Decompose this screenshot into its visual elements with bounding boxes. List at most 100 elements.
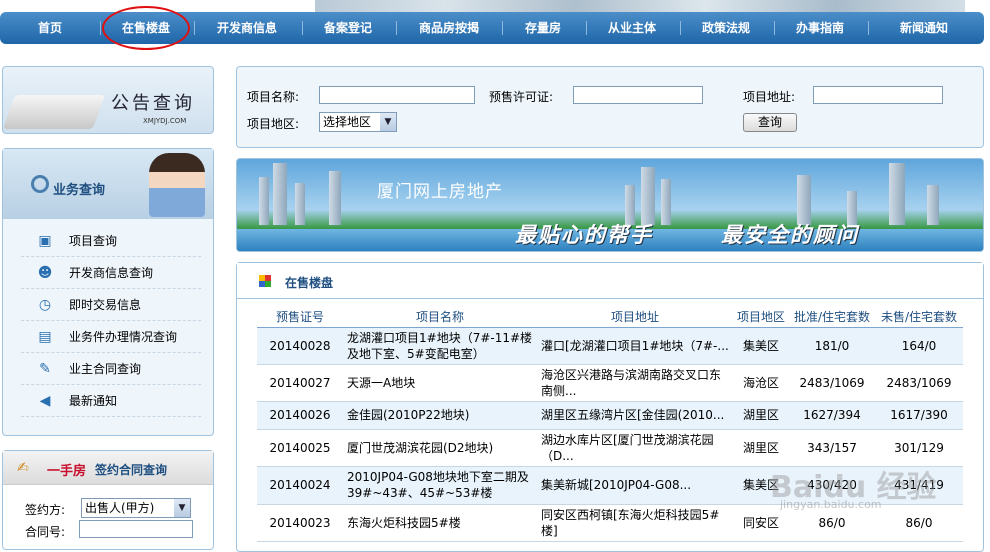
nav-separator	[396, 21, 397, 35]
keyboard-graphic	[2, 95, 106, 129]
notice-query-banner[interactable]: 公告查询 XMJYDJ.COM	[2, 66, 214, 134]
table-header-row: 预售证号 项目名称 项目地址 项目地区 批准/住宅套数 未售/住宅套数	[257, 307, 963, 328]
column-header: 项目名称	[343, 307, 537, 328]
project-name-input[interactable]	[319, 86, 475, 104]
operator-illustration	[149, 153, 205, 217]
table-row: 20140026 金佳园(2010P22地块) 湖里区五缘湾片区[金佳园(201…	[257, 401, 963, 430]
unsold-units-cell: 86/0	[875, 504, 963, 542]
notice-query-domain: XMJYDJ.COM	[143, 117, 187, 125]
district-label: 项目地区:	[247, 117, 300, 131]
header-photo	[315, 0, 965, 12]
project-name-link[interactable]: 金佳园(2010P22地块)	[343, 401, 537, 430]
column-header: 项目地区	[733, 307, 789, 328]
menu-item-case-status[interactable]: ▤ 业务件办理情况查询	[21, 321, 201, 353]
project-name-link[interactable]: 天源一A地块	[343, 364, 537, 402]
grid-icon	[259, 275, 271, 287]
hero-slogan-left: 最贴心的帮手	[515, 223, 653, 247]
building-graphic	[641, 167, 655, 225]
table-row: 20140027 天源一A地块 海沧区兴港路与滨湖南路交叉口东南侧... 海沧区…	[257, 364, 963, 402]
table-row: 20140028 龙湖灌口项目1#地块（7#-11#楼及地下室、5#变配电室） …	[257, 327, 963, 365]
project-name-link[interactable]: 东海火炬科技园5#楼	[343, 504, 537, 542]
menu-item-latest-notice[interactable]: ◀ 最新通知	[21, 385, 201, 417]
nav-separator	[302, 21, 303, 35]
address-input[interactable]	[813, 86, 943, 104]
permit-input[interactable]	[573, 86, 703, 104]
permit-number-cell: 20140023	[257, 504, 343, 542]
unsold-units-cell: 301/129	[875, 429, 963, 467]
project-name-link[interactable]: 厦门世茂湖滨花园(D2地块)	[343, 429, 537, 467]
building-graphic	[259, 177, 269, 225]
unsold-units-cell: 164/0	[875, 327, 963, 365]
district-cell: 湖里区	[733, 429, 789, 467]
contract-query-panel: ✍ 一手房 签约合同查询 签约方: 出售人(甲方) ▼ 合同号:	[2, 450, 214, 550]
people-icon: ☻	[37, 264, 53, 281]
nav-home[interactable]: 首页	[18, 12, 82, 44]
project-address-cell: 灌口[龙湖灌口项目1#地块（7#-...	[537, 327, 733, 365]
permit-number-cell: 20140026	[257, 401, 343, 430]
building-graphic	[329, 171, 341, 225]
building-graphic	[797, 175, 811, 225]
table-row: 20140025 厦门世茂湖滨花园(D2地块) 湖边水库片区[厦门世茂湖滨花园（…	[257, 429, 963, 467]
menu-item-owner-contract[interactable]: ✎ 业主合同查询	[21, 353, 201, 385]
query-button[interactable]: 查询	[743, 113, 797, 132]
box-icon: ▤	[38, 328, 52, 345]
nav-policies[interactable]: 政策法规	[688, 12, 764, 44]
menu-item-label: 业务件办理情况查询	[69, 330, 178, 344]
unsold-units-cell: 2483/1069	[875, 364, 963, 402]
building-graphic	[889, 163, 905, 225]
approved-units-cell: 1627/394	[789, 401, 875, 430]
project-name-link[interactable]: 龙湖灌口项目1#地块（7#-11#楼及地下室、5#变配电室）	[343, 327, 537, 365]
chevron-down-icon: ▼	[380, 113, 396, 131]
district-cell: 集美区	[733, 327, 789, 365]
nav-guide[interactable]: 办事指南	[782, 12, 858, 44]
menu-item-label: 业主合同查询	[69, 362, 142, 376]
column-header: 未售/住宅套数	[875, 307, 963, 328]
highlight-circle-annotation	[102, 6, 190, 50]
approved-units-cell: 181/0	[789, 327, 875, 365]
menu-item-live-trades[interactable]: ◷ 即时交易信息	[21, 289, 201, 321]
nav-separator	[868, 21, 869, 35]
contract-number-input[interactable]	[79, 520, 193, 538]
project-search-panel: 项目名称: 预售许可证: 项目地址: 项目地区: 选择地区 ▼ 查询	[236, 66, 984, 148]
nav-news[interactable]: 新闻通知	[884, 12, 964, 44]
unsold-units-cell: 1617/390	[875, 401, 963, 430]
party-label: 签约方:	[25, 503, 66, 517]
menu-item-label: 项目查询	[69, 234, 118, 248]
nav-separator	[100, 21, 101, 35]
nav-separator	[502, 21, 503, 35]
pen-icon: ✎	[39, 360, 51, 377]
project-address-cell: 海沧区兴港路与滨湖南路交叉口东南侧...	[537, 364, 733, 402]
baidu-watermark-url: jingyan.baidu.com	[780, 498, 882, 511]
business-query-panel: 业务查询 ▣ 项目查询 ☻ 开发商信息查询 ◷ 即时交易信息 ▤ 业务件办理情况查询 ✎…	[2, 148, 214, 436]
listing-header: 在售楼盘	[237, 263, 983, 299]
permit-label: 预售许可证:	[489, 90, 554, 104]
column-header: 预售证号	[257, 307, 343, 328]
building-graphic	[273, 163, 287, 225]
hero-title: 厦门网上房地产	[377, 182, 503, 202]
contract-query-title: 签约合同查询	[95, 463, 168, 477]
project-address-cell: 湖边水库片区[厦门世茂湖滨花园（D...	[537, 429, 733, 467]
district-select-value: 选择地区	[323, 115, 372, 129]
address-label: 项目地址:	[743, 90, 796, 104]
project-address-cell: 集美新城[2010JP04-G08...	[537, 466, 733, 505]
nav-separator	[194, 21, 195, 35]
project-name-link[interactable]: 2010JP04-G08地块地下室二期及39#~43#、45#~53#楼	[343, 466, 537, 505]
menu-item-developer-query[interactable]: ☻ 开发商信息查询	[21, 257, 201, 289]
nav-practitioners[interactable]: 从业主体	[594, 12, 670, 44]
menu-item-project-query[interactable]: ▣ 项目查询	[21, 225, 201, 257]
project-address-cell: 同安区西柯镇[东海火炬科技园5#楼]	[537, 504, 733, 542]
nav-separator	[586, 21, 587, 35]
menu-item-label: 开发商信息查询	[69, 266, 154, 280]
nav-mortgage[interactable]: 商品房按揭	[404, 12, 494, 44]
nav-separator	[774, 21, 775, 35]
permit-number-cell: 20140028	[257, 327, 343, 365]
nav-developer-info[interactable]: 开发商信息	[202, 12, 292, 44]
nav-existing-housing[interactable]: 存量房	[510, 12, 576, 44]
chevron-down-icon: ▼	[174, 499, 190, 517]
magnifier-icon	[31, 175, 49, 193]
party-select[interactable]: 出售人(甲方) ▼	[81, 498, 191, 518]
building-graphic	[661, 179, 671, 225]
district-select[interactable]: 选择地区 ▼	[319, 112, 397, 132]
nav-registration[interactable]: 备案登记	[310, 12, 386, 44]
pen-icon: ✍	[17, 460, 29, 476]
